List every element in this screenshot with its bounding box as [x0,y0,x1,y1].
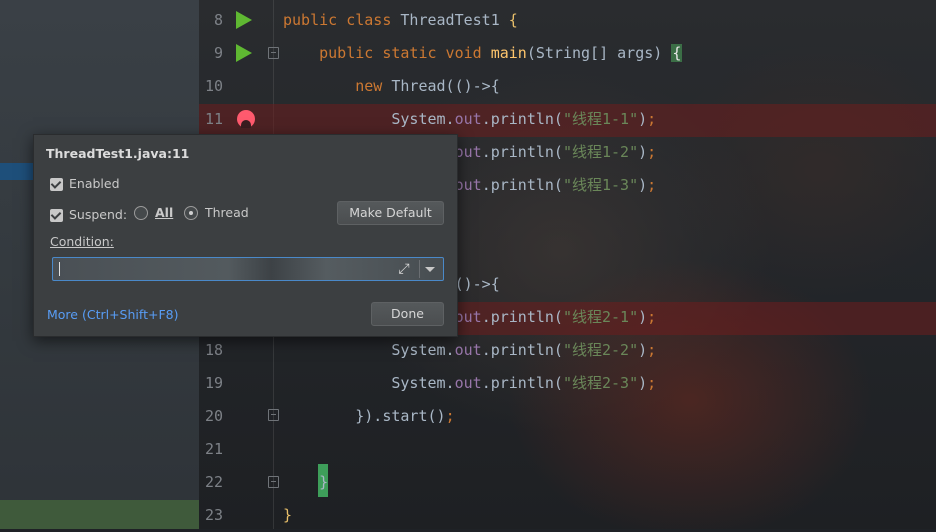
line-number: 21 [204,440,223,458]
condition-label: Condition: [50,234,114,249]
code-line-22[interactable]: } [283,466,328,499]
line-number: 19 [204,374,223,392]
breakpoint-icon[interactable] [237,110,255,128]
run-main-icon[interactable] [236,44,252,62]
suspend-thread-radio[interactable] [184,206,198,220]
make-default-button[interactable]: Make Default [337,201,444,225]
line-number: 20 [204,407,223,425]
suspend-all-label[interactable]: All [155,205,173,220]
suspend-thread-label[interactable]: Thread [205,205,249,220]
line-number: 22 [204,473,223,491]
suspend-label[interactable]: Suspend: [69,207,127,222]
suspend-checkbox[interactable] [50,209,63,222]
suspend-all-radio[interactable] [134,206,148,220]
code-line-10[interactable]: new Thread(()->{ [283,70,500,103]
enabled-checkbox[interactable] [50,178,63,191]
code-line-18[interactable]: System.out.println("线程2-2"); [283,334,656,367]
line-number: 8 [213,11,223,29]
code-line-23[interactable]: } [283,499,292,532]
code-line-20[interactable]: }).start(); [283,400,454,433]
dropdown-separator [419,260,420,278]
panel-bottom-strip [0,500,199,529]
enabled-label[interactable]: Enabled [69,176,120,191]
code-line-8[interactable]: public class ThreadTest1 { [283,4,518,37]
more-link[interactable]: More (Ctrl+Shift+F8) [47,307,178,322]
line-number: 11 [204,110,223,128]
code-line-9[interactable]: public static void main(String[] args) { [283,37,683,70]
fold-icon[interactable] [268,409,279,421]
chevron-down-icon[interactable] [425,267,435,272]
selected-tree-row[interactable] [0,163,36,180]
breakpoint-properties-popup: ThreadTest1.java:11 Enabled Suspend: All… [33,134,458,337]
run-class-icon[interactable] [236,11,252,29]
line-number: 9 [213,44,223,62]
expand-icon[interactable]: ⤢ [395,260,413,278]
code-line-19[interactable]: System.out.println("线程2-3"); [283,367,656,400]
line-number: 10 [204,77,223,95]
done-button[interactable]: Done [371,302,444,326]
text-caret [59,262,60,276]
line-number: 23 [204,506,223,524]
fold-icon[interactable] [268,47,279,59]
condition-input[interactable]: ⤢ [52,257,444,281]
fold-icon[interactable] [268,476,279,488]
code-line-11[interactable]: System.out.println("线程1-1"); [283,103,656,136]
line-number: 18 [204,341,223,359]
popup-title: ThreadTest1.java:11 [46,146,190,161]
